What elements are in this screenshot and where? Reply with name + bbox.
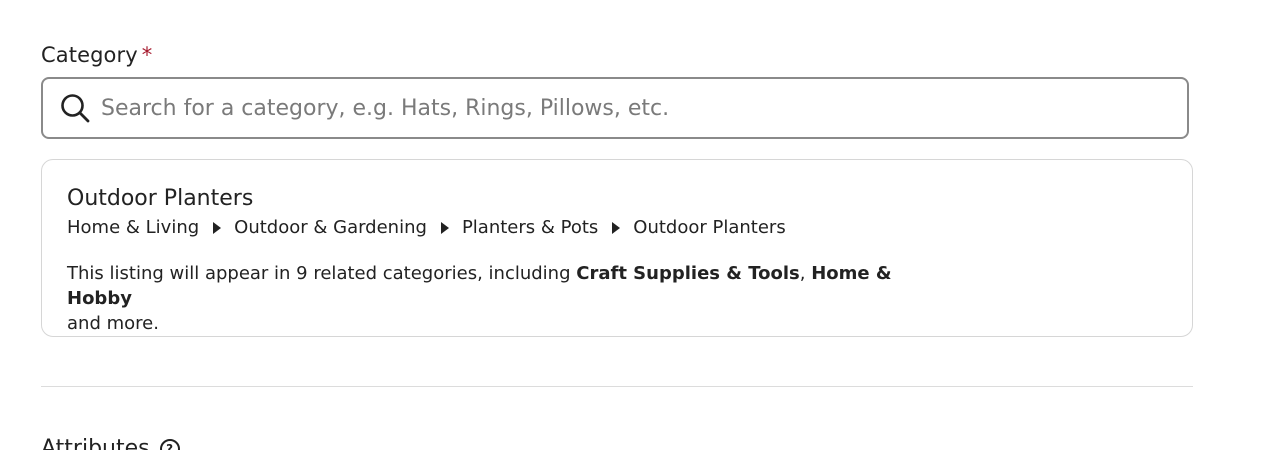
breadcrumb-item: Home & Living (67, 217, 200, 238)
attributes-heading: Attributes ? (41, 434, 180, 450)
category-search-input[interactable] (101, 88, 1161, 128)
category-editor: Category* Outdoor Planters Home & Living… (0, 0, 1280, 450)
help-circle-icon[interactable]: ? (159, 439, 180, 450)
search-icon (58, 91, 92, 125)
required-marker: * (141, 43, 153, 67)
section-divider (41, 386, 1193, 387)
breadcrumb-arrow-icon (612, 222, 621, 234)
related-suffix: and more. (67, 313, 159, 334)
breadcrumb-item: Planters & Pots (461, 217, 599, 238)
selected-category-card: Outdoor Planters Home & Living Outdoor &… (41, 159, 1193, 337)
category-label: Category * (41, 40, 152, 70)
related-categories-text: This listing will appear in 9 related ca… (67, 261, 927, 336)
breadcrumb-item: Outdoor Planters (633, 217, 786, 238)
attributes-title: Attributes (41, 436, 150, 450)
breadcrumb-arrow-icon (213, 222, 222, 234)
category-label-text: Category (41, 43, 138, 67)
selected-category-title: Outdoor Planters (67, 186, 254, 211)
breadcrumb-arrow-icon (440, 222, 449, 234)
related-separator: , (799, 263, 812, 284)
breadcrumb-item: Outdoor & Gardening (234, 217, 427, 238)
category-search-box[interactable] (41, 77, 1189, 139)
related-prefix: This listing will appear in 9 related ca… (67, 263, 577, 284)
category-breadcrumb: Home & Living Outdoor & Gardening Plante… (67, 215, 786, 241)
related-category-1: Craft Supplies & Tools (576, 263, 800, 284)
